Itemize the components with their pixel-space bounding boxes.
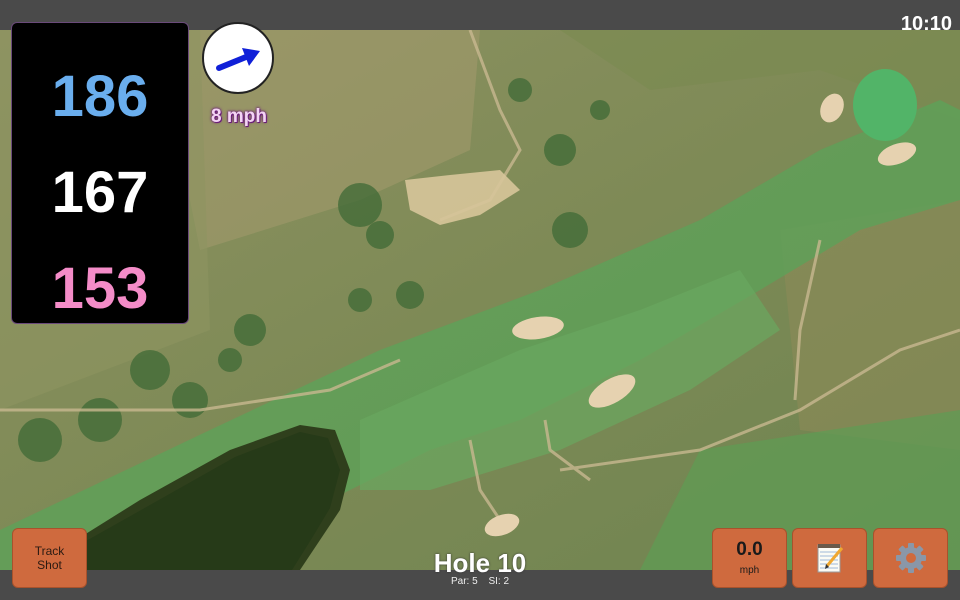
- middle-yardage: 167: [51, 160, 149, 225]
- notes-button[interactable]: [792, 528, 867, 588]
- speed-button[interactable]: 0.0 mph: [712, 528, 787, 588]
- hole-si: SI: 2: [488, 576, 510, 587]
- wind-indicator: [202, 22, 274, 94]
- speed-unit: mph: [739, 565, 760, 576]
- yardage-panel: 186 167 153: [11, 22, 189, 324]
- notepad-icon: [817, 544, 843, 573]
- settings-button[interactable]: [873, 528, 948, 588]
- track-shot-label: Track Shot: [34, 544, 65, 572]
- arrow-icon: [216, 48, 260, 71]
- gear-icon: [895, 543, 926, 573]
- hole-info: Par: 5 SI: 2: [380, 576, 580, 588]
- wind-speed: 8 mph: [211, 106, 267, 127]
- front-yardage: 153: [51, 256, 149, 321]
- track-shot-button[interactable]: Track Shot: [12, 528, 87, 588]
- hole-par: Par: 5: [450, 576, 478, 587]
- back-yardage: 186: [51, 64, 149, 129]
- hole-title: Hole 10: [433, 548, 527, 578]
- speed-value: 0.0: [736, 539, 763, 560]
